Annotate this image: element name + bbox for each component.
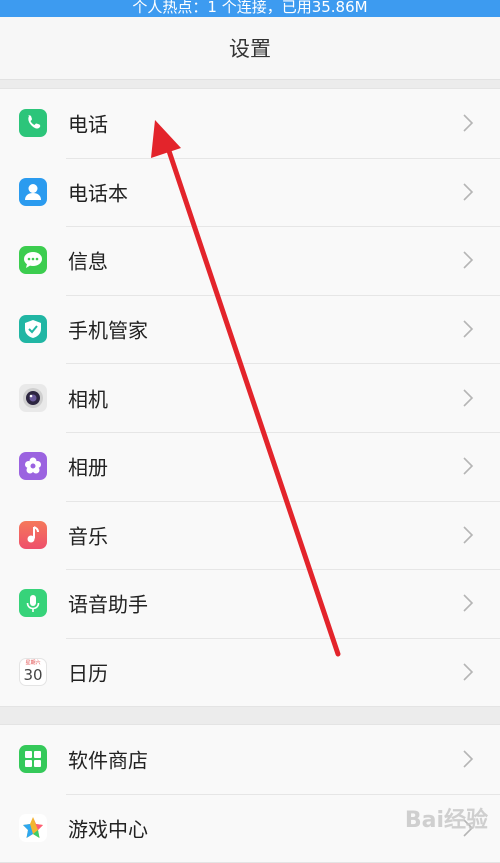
status-bar-text: 个人热点：1 个连接，已用35.86M [132,0,368,16]
watermark: Bai经验 [404,808,488,833]
contacts-icon [19,177,47,206]
chevron-right-icon [463,320,474,338]
calendar-day: 30 [23,666,43,685]
phone-icon [19,109,47,138]
settings-item-label: 相机 [68,387,108,412]
settings-item-gallery[interactable]: 相册 [0,431,500,501]
settings-item-label: 电话 [68,112,108,137]
settings-item-messages[interactable]: 信息 [0,226,500,295]
chevron-right-icon [463,526,474,544]
chevron-right-icon [463,663,474,681]
chevron-right-icon [463,750,474,768]
settings-item-label: 日历 [68,661,108,686]
settings-item-label: 电话本 [68,181,128,206]
settings-item-label: 信息 [68,249,108,274]
page-title: 设置 [229,37,271,61]
settings-item-camera[interactable]: 相机 [0,363,500,432]
settings-item-label: 相册 [68,455,108,480]
settings-item-label: 语音助手 [68,592,148,617]
settings-item-voice-assistant[interactable]: 语音助手 [0,569,500,638]
header: 设置 [0,17,500,80]
settings-item-calendar[interactable]: 星期六 30 日历 [0,637,500,707]
app-store-icon [19,745,47,774]
settings-item-contacts[interactable]: 电话本 [0,157,500,227]
security-shield-icon [19,315,47,344]
section-gap [0,80,500,88]
chevron-right-icon [463,594,474,613]
settings-item-phone-manager[interactable]: 手机管家 [0,294,500,364]
chevron-right-icon [463,251,474,270]
settings-item-label: 音乐 [68,524,108,549]
settings-group-store: 软件商店 游戏中心 [0,724,500,863]
message-icon [19,246,47,275]
chevron-right-icon [463,114,474,132]
settings-item-label: 软件商店 [68,748,148,773]
calendar-icon: 星期六 30 [19,658,47,687]
camera-icon [19,383,47,412]
settings-item-label: 游戏中心 [68,817,148,842]
music-note-icon [19,520,47,549]
chevron-right-icon [463,389,474,407]
settings-item-phone[interactable]: 电话 [0,89,500,158]
settings-group-apps: 电话 电话本 信息 手机管家 相机 相册 音乐 语音助手 星期六 30 日历 [0,88,500,708]
gallery-flower-icon [19,452,47,481]
status-bar: 个人热点：1 个连接，已用35.86M [0,0,500,17]
settings-item-app-store[interactable]: 软件商店 [0,725,500,794]
microphone-icon [19,589,47,618]
settings-item-music[interactable]: 音乐 [0,500,500,570]
chevron-right-icon [463,457,474,475]
settings-item-label: 手机管家 [68,318,148,343]
chevron-right-icon [463,183,474,201]
game-center-icon [19,813,47,842]
section-gap [0,707,500,724]
